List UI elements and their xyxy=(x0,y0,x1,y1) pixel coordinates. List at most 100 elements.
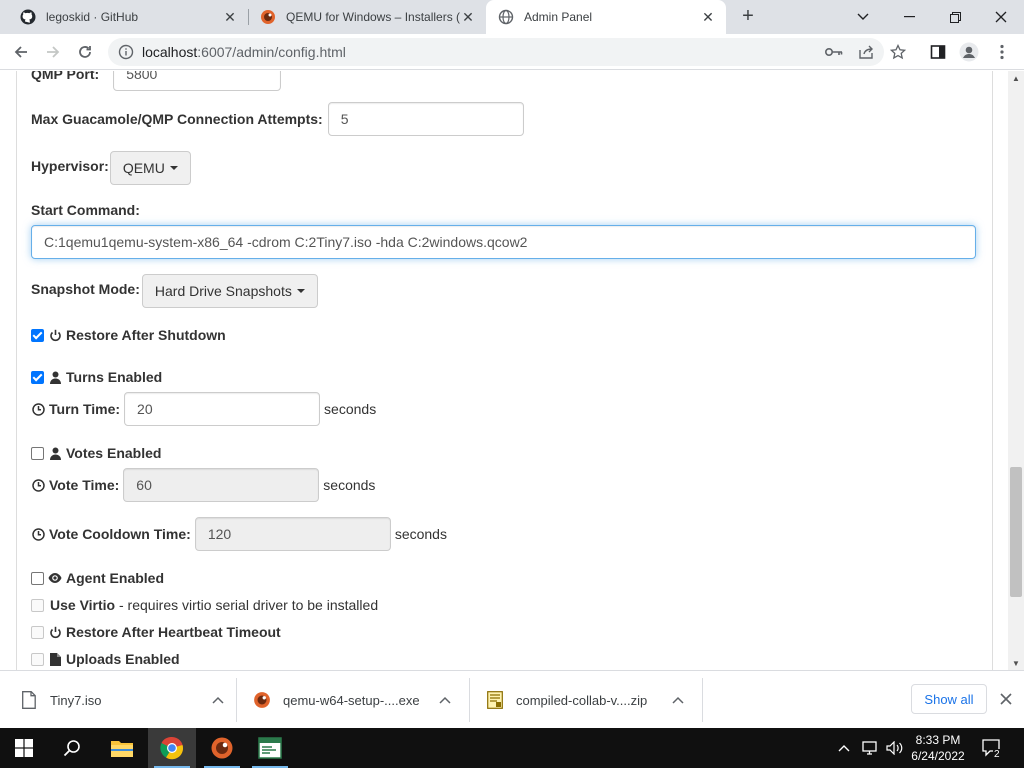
use-virtio-checkbox[interactable] xyxy=(31,598,44,612)
volume-icon[interactable] xyxy=(886,728,904,768)
use-virtio-note: - requires virtio serial driver to be in… xyxy=(115,597,379,613)
qmp-port-row: QMP Port: xyxy=(31,71,282,91)
uploads-enabled-checkbox[interactable] xyxy=(31,652,44,666)
start-command-input[interactable] xyxy=(31,225,976,259)
page-scrollbar[interactable]: ▲ ▼ xyxy=(1008,71,1024,670)
taskbar-chrome[interactable] xyxy=(148,728,196,768)
download-name: compiled-collab-v....zip xyxy=(516,692,648,708)
scroll-down-icon[interactable]: ▼ xyxy=(1008,656,1024,670)
notifications-button[interactable]: 2 xyxy=(982,728,1004,768)
download-name: Tiny7.iso xyxy=(50,692,102,708)
turns-enabled-label: Turns Enabled xyxy=(66,369,163,385)
user-icon xyxy=(48,370,62,384)
turns-enabled-checkbox[interactable] xyxy=(31,370,44,384)
tab-qemu[interactable]: QEMU for Windows – Installers (6 ✕ xyxy=(248,0,486,34)
scroll-up-icon[interactable]: ▲ xyxy=(1008,71,1024,85)
key-icon[interactable] xyxy=(824,42,844,62)
qemu-icon xyxy=(260,9,276,25)
vote-time-label: Vote Time: xyxy=(49,477,120,493)
hypervisor-dropdown[interactable]: QEMU xyxy=(109,151,191,185)
tab-github[interactable]: legoskid · GitHub ✕ xyxy=(8,0,248,34)
scrollbar-thumb[interactable] xyxy=(1010,467,1022,597)
close-downloads-icon[interactable] xyxy=(997,690,1015,708)
reload-button[interactable] xyxy=(73,40,97,64)
turn-time-label: Turn Time: xyxy=(49,401,121,417)
restore-heartbeat-label: Restore After Heartbeat Timeout xyxy=(66,624,281,640)
close-tab-icon[interactable]: ✕ xyxy=(460,9,476,25)
url-path: :6007/admin/config.html xyxy=(197,44,346,60)
snapshot-row: Snapshot Mode: Hard Drive Snapshots xyxy=(31,274,318,308)
caret-down-icon xyxy=(169,166,178,170)
close-tab-icon[interactable]: ✕ xyxy=(222,9,238,25)
file-icon xyxy=(20,690,38,710)
menu-kebab-icon[interactable] xyxy=(992,42,1012,62)
address-bar[interactable]: localhost:6007/admin/config.html xyxy=(108,38,884,66)
notification-count: 2 xyxy=(993,749,1001,760)
snapshot-mode-value: Hard Drive Snapshots xyxy=(154,283,292,299)
close-window-button[interactable] xyxy=(978,0,1024,34)
new-tab-button[interactable]: + xyxy=(737,6,759,28)
agent-enabled-checkbox[interactable] xyxy=(31,571,44,585)
taskbar-qemu[interactable] xyxy=(198,728,246,768)
uploads-enabled-row: Uploads Enabled xyxy=(31,651,180,667)
downloads-divider xyxy=(236,678,237,722)
start-command-label-row: Start Command: xyxy=(31,202,140,218)
tab-title: Admin Panel xyxy=(524,10,593,24)
turn-time-input[interactable] xyxy=(124,392,321,426)
clock-icon xyxy=(31,478,45,492)
chevron-up-icon[interactable] xyxy=(670,693,686,707)
snapshot-mode-dropdown[interactable]: Hard Drive Snapshots xyxy=(141,274,318,308)
share-icon[interactable] xyxy=(856,42,876,62)
side-panel-icon[interactable] xyxy=(928,42,948,62)
site-info-icon[interactable] xyxy=(118,44,134,60)
github-icon xyxy=(20,9,36,25)
show-all-button[interactable]: Show all xyxy=(911,684,987,714)
use-virtio-row: Use Virtio - requires virtio serial driv… xyxy=(31,597,378,613)
max-attempts-input[interactable] xyxy=(327,102,524,136)
vote-time-input[interactable] xyxy=(123,468,320,502)
clock-icon xyxy=(31,402,45,416)
agent-enabled-row: Agent Enabled xyxy=(31,570,164,586)
votes-enabled-label: Votes Enabled xyxy=(66,445,162,461)
bookmark-star-icon[interactable] xyxy=(888,42,908,62)
max-attempts-row: Max Guacamole/QMP Connection Attempts: xyxy=(31,102,524,136)
profile-avatar-icon[interactable] xyxy=(959,42,979,62)
back-button[interactable] xyxy=(9,40,33,64)
start-command-label: Start Command: xyxy=(31,202,140,218)
power-icon xyxy=(48,625,62,639)
tab-search-icon[interactable] xyxy=(840,0,886,34)
restore-button[interactable] xyxy=(932,0,978,34)
hypervisor-label: Hypervisor: xyxy=(31,158,109,174)
chevron-up-icon[interactable] xyxy=(210,693,226,707)
restore-after-shutdown-checkbox[interactable] xyxy=(31,328,44,342)
qemu-icon xyxy=(211,737,233,759)
eye-icon xyxy=(48,571,62,585)
forward-button[interactable] xyxy=(41,40,65,64)
use-virtio-label: Use Virtio xyxy=(50,597,116,613)
download-name: qemu-w64-setup-....exe xyxy=(283,692,420,708)
downloads-divider xyxy=(702,678,703,722)
download-item[interactable]: Tiny7.iso xyxy=(20,678,226,722)
vote-cooldown-input[interactable] xyxy=(194,517,391,551)
close-tab-icon[interactable]: ✕ xyxy=(700,9,716,25)
minimize-button[interactable] xyxy=(886,0,932,34)
network-icon[interactable] xyxy=(862,728,880,768)
restore-heartbeat-checkbox[interactable] xyxy=(31,625,44,639)
clock-date: 6/24/2022 xyxy=(911,749,965,763)
taskbar-file-explorer[interactable] xyxy=(98,728,146,768)
windows-logo-icon xyxy=(15,739,33,757)
tray-chevron-icon[interactable] xyxy=(838,728,850,768)
vote-cooldown-row: Vote Cooldown Time: seconds xyxy=(31,517,447,551)
tab-admin-panel[interactable]: Admin Panel ✕ xyxy=(486,0,726,34)
search-button[interactable] xyxy=(48,728,96,768)
start-button[interactable] xyxy=(0,728,48,768)
taskbar-clock[interactable]: 8:33 PM 6/24/2022 xyxy=(906,732,970,764)
download-item[interactable]: qemu-w64-setup-....exe xyxy=(253,678,453,722)
hypervisor-row: Hypervisor: QEMU xyxy=(31,151,191,185)
taskbar-app[interactable] xyxy=(246,728,294,768)
turns-enabled-row: Turns Enabled xyxy=(31,369,162,385)
votes-enabled-checkbox[interactable] xyxy=(31,446,44,460)
chevron-up-icon[interactable] xyxy=(437,693,453,707)
download-item[interactable]: compiled-collab-v....zip xyxy=(486,678,686,722)
qmp-port-input[interactable] xyxy=(113,71,282,91)
